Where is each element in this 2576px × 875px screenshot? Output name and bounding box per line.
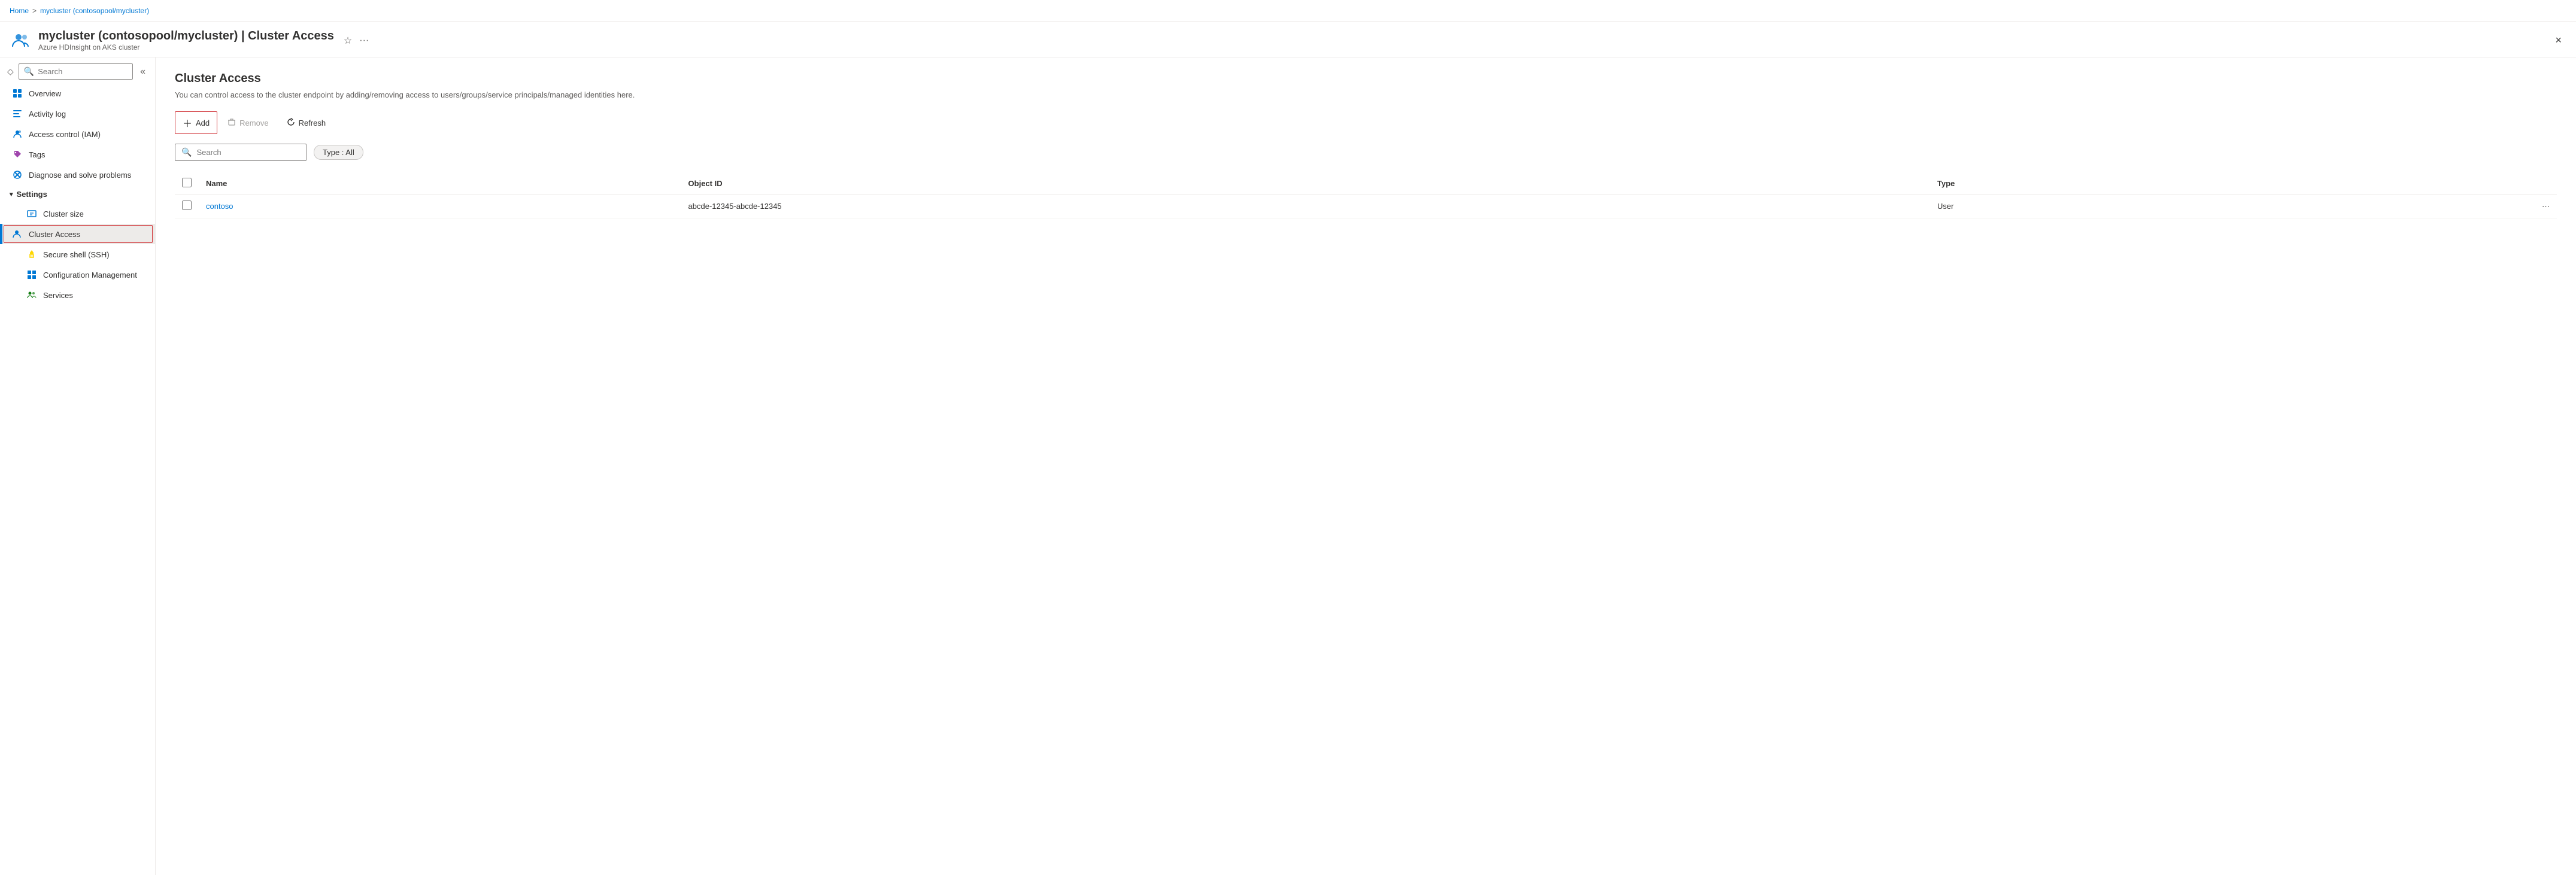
refresh-label: Refresh	[299, 119, 326, 127]
page-title: mycluster (contosopool/mycluster) | Clus…	[38, 29, 334, 43]
main-layout: ◇ 🔍 « Overview Activity log	[0, 57, 2576, 875]
row-name-cell: contoso	[199, 195, 681, 218]
sidebar-item-config-management[interactable]: Configuration Management	[0, 265, 155, 285]
sidebar-item-tags[interactable]: Tags	[0, 144, 155, 165]
row-select-checkbox[interactable]	[182, 200, 192, 210]
type-filter-badge[interactable]: Type : All	[314, 145, 363, 160]
col-name: Name	[199, 173, 681, 195]
table-header: Name Object ID Type	[175, 173, 2557, 195]
content-area: Cluster Access You can control access to…	[156, 57, 2576, 875]
remove-button[interactable]: Remove	[220, 114, 276, 132]
page-subtitle: Azure HDInsight on AKS cluster	[38, 43, 334, 51]
cluster-size-icon	[26, 208, 37, 219]
filter-search-icon: 🔍	[181, 147, 192, 157]
refresh-button[interactable]: Refresh	[279, 114, 334, 132]
sidebar-search-box[interactable]: 🔍	[19, 63, 133, 80]
breadcrumb-current[interactable]: mycluster (contosopool/mycluster)	[40, 7, 149, 15]
sidebar-item-cluster-size-label: Cluster size	[43, 209, 84, 218]
table-body: contoso abcde-12345-abcde-12345 User ···	[175, 195, 2557, 218]
sidebar-item-cluster-access-label: Cluster Access	[29, 230, 80, 239]
remove-label: Remove	[239, 119, 268, 127]
activity-log-icon	[12, 108, 23, 119]
breadcrumb-home[interactable]: Home	[10, 7, 29, 15]
sidebar-collapse-button[interactable]: «	[138, 65, 148, 78]
nav-pin-icon: ◇	[7, 66, 14, 77]
sidebar-item-services-label: Services	[43, 291, 73, 300]
tags-icon	[12, 149, 23, 160]
data-table: Name Object ID Type contoso abcde-12345-…	[175, 173, 2557, 218]
sidebar-item-cluster-size[interactable]: Cluster size	[0, 203, 155, 224]
sidebar-item-overview[interactable]: Overview	[0, 83, 155, 104]
header-icon	[10, 30, 31, 51]
secure-shell-icon	[26, 249, 37, 260]
breadcrumb-bar: Home > mycluster (contosopool/mycluster)	[0, 0, 2576, 22]
filter-row: 🔍 Type : All	[175, 144, 2557, 161]
row-type-cell: User	[1930, 195, 2300, 218]
sidebar-section-settings[interactable]: ▾ Settings	[0, 185, 155, 203]
content-title: Cluster Access	[175, 72, 2557, 86]
sidebar-item-activity-log-label: Activity log	[29, 110, 66, 119]
col-actions-header	[2300, 173, 2557, 195]
select-all-checkbox[interactable]	[182, 178, 192, 187]
services-icon	[26, 290, 37, 300]
overview-icon	[12, 88, 23, 99]
sidebar: ◇ 🔍 « Overview Activity log	[0, 57, 156, 875]
sidebar-item-secure-shell[interactable]: Secure shell (SSH)	[0, 244, 155, 265]
sidebar-item-diagnose-label: Diagnose and solve problems	[29, 171, 131, 180]
sidebar-item-tags-label: Tags	[29, 150, 45, 159]
select-all-header	[175, 173, 199, 195]
sidebar-item-diagnose[interactable]: Diagnose and solve problems	[0, 165, 155, 185]
page-header: mycluster (contosopool/mycluster) | Clus…	[0, 22, 2576, 57]
add-label: Add	[196, 119, 210, 127]
diagnose-icon	[12, 169, 23, 180]
settings-section-label: Settings	[17, 190, 47, 199]
header-actions: ☆ ···	[344, 35, 369, 47]
filter-search-input[interactable]	[196, 148, 300, 157]
close-button[interactable]: ×	[2550, 32, 2566, 49]
col-object-id: Object ID	[681, 173, 1931, 195]
access-control-icon	[12, 129, 23, 139]
add-icon: ＋	[183, 116, 192, 130]
config-management-icon	[26, 269, 37, 280]
sidebar-item-activity-log[interactable]: Activity log	[0, 104, 155, 124]
sidebar-item-secure-shell-label: Secure shell (SSH)	[43, 250, 110, 259]
header-text: mycluster (contosopool/mycluster) | Clus…	[38, 29, 334, 51]
sidebar-item-cluster-access[interactable]: Cluster Access	[0, 224, 155, 244]
sidebar-item-services[interactable]: Services	[0, 285, 155, 305]
row-name-link[interactable]: contoso	[206, 202, 233, 211]
cluster-access-icon	[12, 229, 23, 239]
breadcrumb-separator: >	[32, 7, 37, 15]
sidebar-top: ◇ 🔍 «	[0, 60, 155, 83]
settings-chevron-icon: ▾	[10, 190, 13, 198]
sidebar-item-access-control-label: Access control (IAM)	[29, 130, 101, 139]
toolbar: ＋ Add Remove Refresh	[175, 111, 2557, 134]
row-actions-cell[interactable]: ···	[2300, 195, 2557, 218]
content-description: You can control access to the cluster en…	[175, 90, 714, 99]
add-button[interactable]: ＋ Add	[175, 111, 217, 134]
sidebar-item-config-management-label: Configuration Management	[43, 271, 137, 279]
sidebar-search-icon: 🔍	[24, 66, 34, 77]
more-options-icon[interactable]: ···	[359, 35, 369, 46]
sidebar-item-access-control[interactable]: Access control (IAM)	[0, 124, 155, 144]
filter-search-box[interactable]: 🔍	[175, 144, 307, 161]
remove-icon	[227, 118, 236, 128]
favorite-icon[interactable]: ☆	[344, 35, 352, 47]
refresh-icon	[287, 118, 295, 128]
col-type: Type	[1930, 173, 2300, 195]
sidebar-search-input[interactable]	[38, 67, 128, 76]
table-row: contoso abcde-12345-abcde-12345 User ···	[175, 195, 2557, 218]
sidebar-item-overview-label: Overview	[29, 89, 61, 98]
row-checkbox-cell[interactable]	[175, 195, 199, 218]
row-object-id-cell: abcde-12345-abcde-12345	[681, 195, 1931, 218]
